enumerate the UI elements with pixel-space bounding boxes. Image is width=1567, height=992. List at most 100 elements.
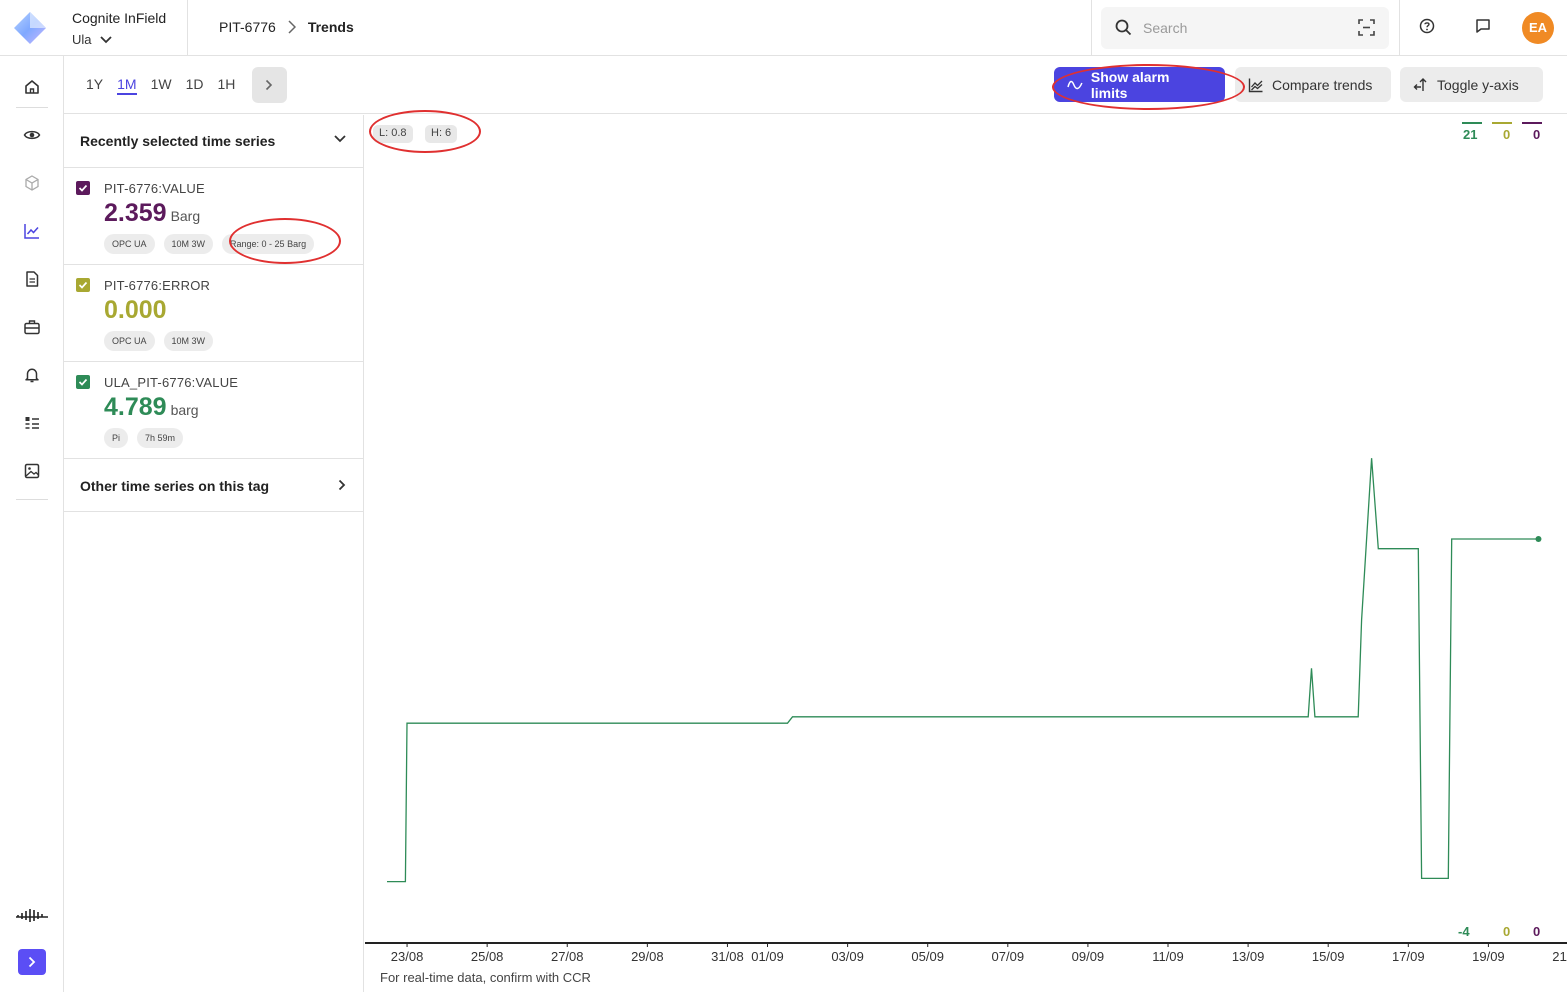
chevron-right-icon xyxy=(28,956,36,968)
search-input[interactable]: Search xyxy=(1101,7,1389,49)
nav-divider xyxy=(16,499,48,500)
series-item: PIT-6776:VALUE 2.359 Barg OPC UA 10M 3W R… xyxy=(64,168,364,265)
range-chip: Range: 0 - 25 Barg xyxy=(222,234,315,254)
x-tick-label: 23/08 xyxy=(391,949,424,964)
x-tick-label: 05/09 xyxy=(911,949,944,964)
breadcrumb-tag[interactable]: PIT-6776 xyxy=(219,19,276,35)
recent-series-header[interactable]: Recently selected time series xyxy=(64,115,364,168)
trend-chart[interactable]: L: 0.8 H: 6 21 0 0 -4 0 0 23/08 25/08 27/0… xyxy=(365,110,1567,992)
series-chips: Pi 7h 59m xyxy=(104,428,184,448)
cognite-logo-icon[interactable] xyxy=(12,10,48,46)
x-tick-label: 09/09 xyxy=(1072,949,1105,964)
x-tick-label: 01/09 xyxy=(751,949,784,964)
x-tick-label: 25/08 xyxy=(471,949,504,964)
series-checkbox[interactable] xyxy=(76,278,90,292)
scan-icon[interactable] xyxy=(1358,19,1375,36)
source-chip: Pi xyxy=(104,428,129,448)
compare-trends-button[interactable]: Compare trends xyxy=(1235,67,1391,102)
image-icon[interactable] xyxy=(23,462,41,480)
series-value-row: 2.359 Barg xyxy=(104,199,200,228)
range-1h[interactable]: 1H xyxy=(217,76,235,95)
x-tick-label: 29/08 xyxy=(631,949,664,964)
feedback-icon[interactable] xyxy=(1475,18,1491,34)
document-icon[interactable] xyxy=(23,270,41,288)
latest-point[interactable] xyxy=(1535,536,1542,542)
other-series-row[interactable]: Other time series on this tag xyxy=(64,459,364,512)
age-chip: 7h 59m xyxy=(137,428,184,448)
x-tick-label: 21/09 xyxy=(1552,949,1567,964)
left-nav xyxy=(0,56,64,992)
source-chip: OPC UA xyxy=(104,331,155,351)
expand-nav-button[interactable] xyxy=(18,949,46,975)
divider xyxy=(1399,0,1400,56)
show-alarm-limits-button[interactable]: Show alarm limits xyxy=(1054,67,1225,102)
age-chip: 10M 3W xyxy=(163,234,214,254)
app-name: Cognite InField xyxy=(72,10,167,26)
series-name: PIT-6776:ERROR xyxy=(104,278,211,293)
compare-trends-icon xyxy=(1248,78,1263,92)
site-name: Ula xyxy=(72,32,92,47)
series-unit: barg xyxy=(170,402,199,418)
range-1m[interactable]: 1M xyxy=(117,76,137,95)
series-value: 0.000 xyxy=(104,296,167,324)
series-checkbox[interactable] xyxy=(76,181,90,195)
series-item: PIT-6776:ERROR 0.000 OPC UA 10M 3W xyxy=(64,265,364,362)
series-checkbox[interactable] xyxy=(76,375,90,389)
cube-icon[interactable] xyxy=(23,174,41,192)
series-unit: Barg xyxy=(170,208,201,224)
y-axis-icon xyxy=(1413,77,1427,91)
eye-icon[interactable] xyxy=(23,126,41,144)
toggle-y-axis-button[interactable]: Toggle y-axis xyxy=(1400,67,1543,102)
series-value: 4.789 xyxy=(104,393,167,421)
divider xyxy=(1091,0,1092,56)
chevron-right-icon xyxy=(288,20,296,34)
check-icon xyxy=(78,281,88,289)
breadcrumb: PIT-6776 Trends xyxy=(219,19,354,35)
series-item: ULA_PIT-6776:VALUE 4.789 barg Pi 7h 59m xyxy=(64,362,364,459)
site-selector[interactable]: Ula xyxy=(72,32,112,47)
series-chips: OPC UA 10M 3W xyxy=(104,331,214,351)
series-name: PIT-6776:VALUE xyxy=(104,181,205,196)
search-placeholder: Search xyxy=(1143,20,1188,36)
avatar[interactable]: EA xyxy=(1522,12,1554,44)
age-chip: 10M 3W xyxy=(163,331,214,351)
help-icon[interactable] xyxy=(1419,18,1435,34)
chevron-right-icon xyxy=(265,79,273,91)
top-bar: Cognite InField Ula PIT-6776 Trends Sear… xyxy=(0,0,1567,56)
series-name: ULA_PIT-6776:VALUE xyxy=(104,375,239,390)
toolbox-icon[interactable] xyxy=(23,318,41,336)
range-1d[interactable]: 1D xyxy=(186,76,204,95)
x-tick-label: 15/09 xyxy=(1312,949,1345,964)
search-icon xyxy=(1115,19,1132,36)
range-1w[interactable]: 1W xyxy=(151,76,172,95)
check-icon xyxy=(78,184,88,192)
x-tick-label: 17/09 xyxy=(1392,949,1425,964)
cognite-wordmark-icon xyxy=(16,909,48,922)
bell-icon[interactable] xyxy=(23,366,41,384)
x-tick-label: 27/08 xyxy=(551,949,584,964)
toggle-y-axis-label: Toggle y-axis xyxy=(1437,76,1519,93)
chevron-down-icon xyxy=(99,35,112,43)
show-alarm-limits-label: Show alarm limits xyxy=(1090,68,1170,101)
other-series-title: Other time series on this tag xyxy=(80,478,270,494)
compare-trends-label: Compare trends xyxy=(1272,76,1373,93)
home-icon[interactable] xyxy=(23,78,41,96)
nav-divider xyxy=(16,107,48,108)
realtime-footnote: For real-time data, confirm with CCR xyxy=(380,970,591,985)
x-tick-label: 13/09 xyxy=(1232,949,1265,964)
x-tick-label: 07/09 xyxy=(992,949,1025,964)
time-series-panel: Recently selected time series PIT-6776:V… xyxy=(64,115,364,992)
check-icon xyxy=(78,378,88,386)
trend-toolbar: 1Y 1M 1W 1D 1H Show alarm limits Compare… xyxy=(64,56,1567,114)
series-value: 2.359 xyxy=(104,199,167,227)
trend-icon[interactable] xyxy=(23,222,41,240)
checklist-icon[interactable] xyxy=(23,414,41,432)
series-value-row: 4.789 barg xyxy=(104,393,199,422)
chevron-down-icon xyxy=(334,135,346,143)
next-range-button[interactable] xyxy=(252,67,287,103)
series-line[interactable] xyxy=(387,458,1539,883)
range-1y[interactable]: 1Y xyxy=(86,76,103,95)
chevron-right-icon xyxy=(338,479,346,491)
source-chip: OPC UA xyxy=(104,234,155,254)
wave-icon xyxy=(1067,80,1083,89)
